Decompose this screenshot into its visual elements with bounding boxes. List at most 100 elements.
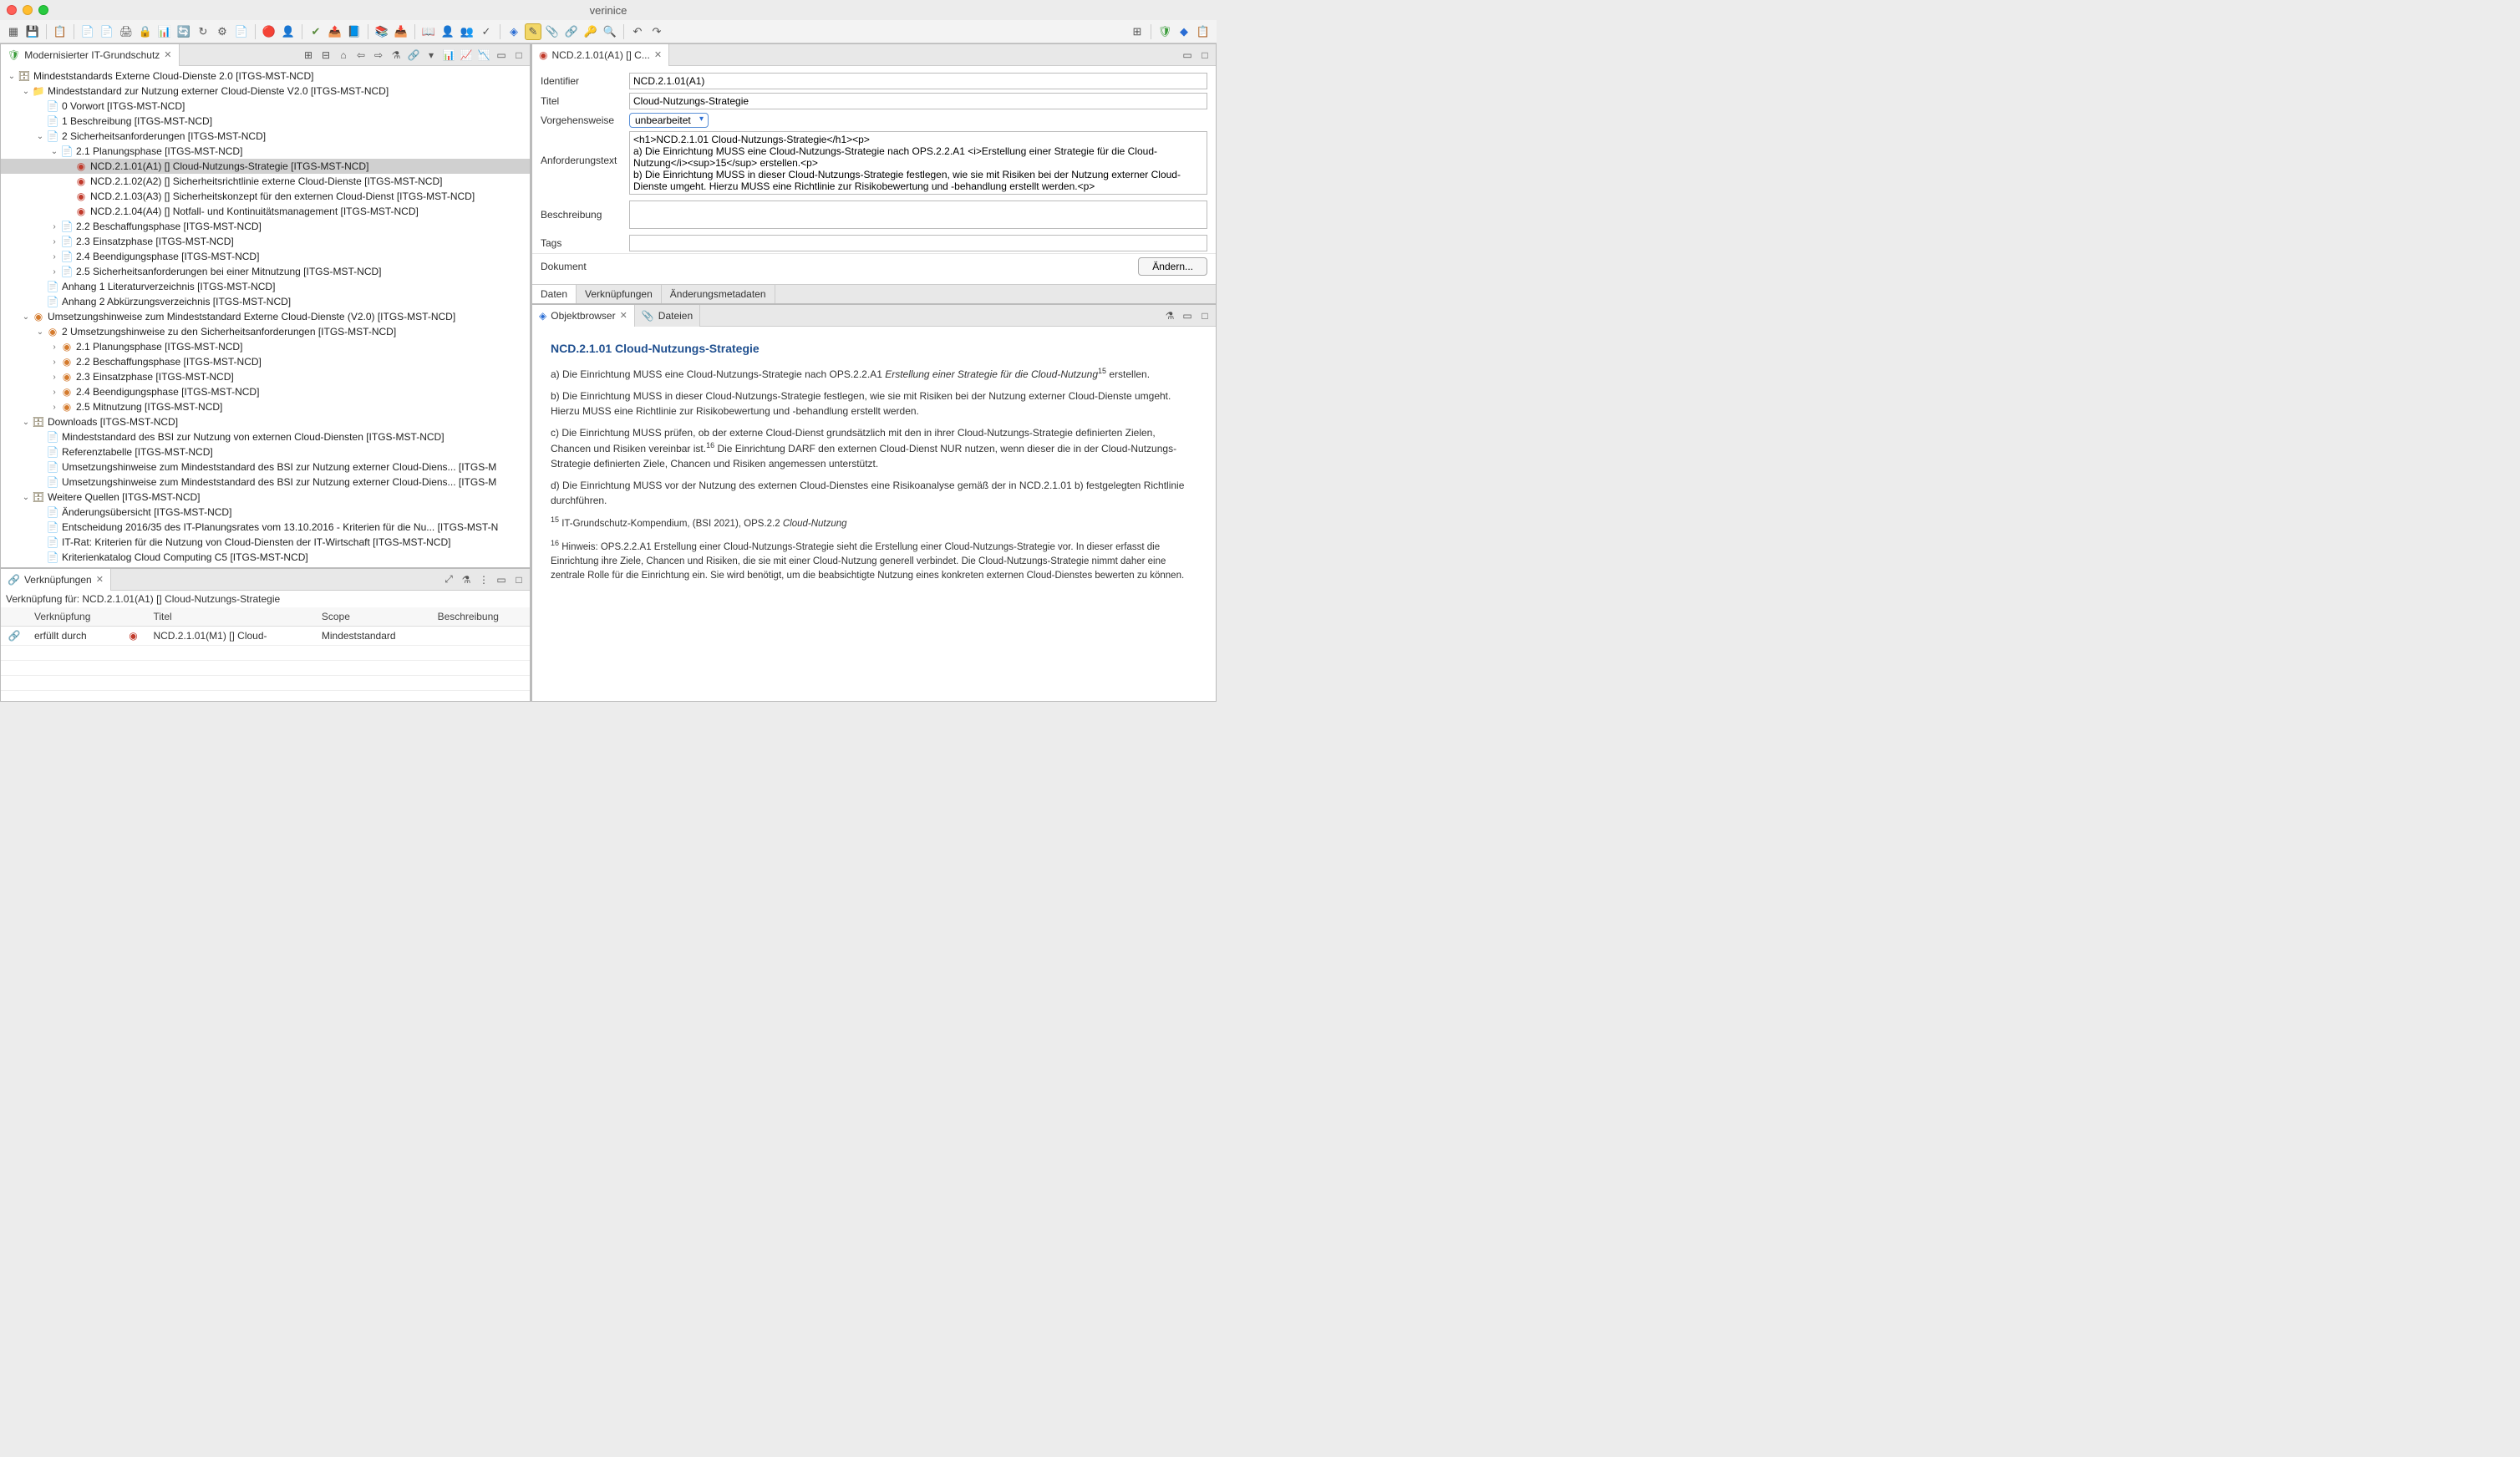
tree[interactable]: ⌄🗄Mindeststandards Externe Cloud-Dienste… [1, 66, 530, 567]
tree-twisty-icon[interactable] [34, 117, 46, 126]
close-icon[interactable]: ✕ [620, 310, 627, 321]
maximize-window-button[interactable] [38, 5, 48, 15]
tree-twisty-icon[interactable]: › [48, 267, 60, 277]
tree-item[interactable]: 📄Änderungsübersicht [ITGS-MST-NCD] [1, 505, 530, 520]
tree-twisty-icon[interactable] [34, 448, 46, 457]
tree-item[interactable]: 📄Umsetzungshinweise zum Mindeststandard … [1, 475, 530, 490]
maximize-view-icon[interactable]: □ [1197, 308, 1212, 323]
tree-twisty-icon[interactable]: ⌄ [6, 72, 18, 81]
change-document-button[interactable]: Ändern... [1138, 257, 1207, 276]
task-icon[interactable]: ✓ [478, 23, 495, 40]
report-icon[interactable]: 📘 [346, 23, 363, 40]
maximize-view-icon[interactable]: □ [1197, 48, 1212, 63]
tree-item[interactable]: ⌄🗄Weitere Quellen [ITGS-MST-NCD] [1, 490, 530, 505]
home-icon[interactable]: ⌂ [336, 48, 351, 63]
tree-twisty-icon[interactable] [34, 282, 46, 292]
chart2-icon[interactable]: 📈 [459, 48, 474, 63]
tree-item[interactable]: 📄IT-Rat: Kriterien für die Nutzung von C… [1, 535, 530, 550]
tree-item[interactable]: ⌄🗄Downloads [ITGS-MST-NCD] [1, 414, 530, 429]
subtab-aenderungsmetadaten[interactable]: Änderungsmetadaten [662, 285, 775, 303]
minimize-view-icon[interactable]: ▭ [1180, 308, 1195, 323]
lock-icon[interactable]: 🔒 [137, 23, 154, 40]
tree-item[interactable]: ⌄🗄Mindeststandards Externe Cloud-Dienste… [1, 69, 530, 84]
tree-item[interactable]: 📄0 Vorwort [ITGS-MST-NCD] [1, 99, 530, 114]
anforderungstext-input[interactable]: <h1>NCD.2.1.01 Cloud-Nutzungs-Strategie<… [629, 131, 1207, 195]
isms-icon[interactable]: ◆ [1176, 23, 1192, 40]
chart1-icon[interactable]: 📊 [441, 48, 456, 63]
tree-twisty-icon[interactable] [34, 538, 46, 547]
titel-input[interactable] [629, 93, 1207, 109]
paste-icon[interactable]: 📄 [99, 23, 115, 40]
tree-twisty-icon[interactable]: › [48, 373, 60, 382]
gear-icon[interactable]: ⚙ [214, 23, 231, 40]
vorgehensweise-select[interactable]: unbearbeitet [629, 113, 709, 128]
save-icon[interactable]: 💾 [24, 23, 41, 40]
maximize-view-icon[interactable]: □ [511, 48, 526, 63]
tree-item[interactable]: ◉NCD.2.1.01(A1) [] Cloud-Nutzungs-Strate… [1, 159, 530, 174]
key-icon[interactable]: 🔑 [582, 23, 599, 40]
person-icon[interactable]: 👤 [280, 23, 297, 40]
catalog-icon[interactable]: 📚 [373, 23, 390, 40]
col-title[interactable]: Titel [146, 607, 314, 627]
tree-item[interactable]: 📄Anhang 1 Literaturverzeichnis [ITGS-MST… [1, 279, 530, 294]
tree-item[interactable]: 📄Referenztabelle [ITGS-MST-NCD] [1, 444, 530, 459]
tree-twisty-icon[interactable] [34, 297, 46, 307]
tree-twisty-icon[interactable]: › [48, 358, 60, 367]
forward-icon[interactable]: ⇨ [371, 48, 386, 63]
tree-item[interactable]: ◉NCD.2.1.03(A3) [] Sicherheitskonzept fü… [1, 189, 530, 204]
tree-item[interactable]: ⌄◉2 Umsetzungshinweise zu den Sicherheit… [1, 324, 530, 339]
tree-item[interactable]: ›📄2.4 Beendigungsphase [ITGS-MST-NCD] [1, 249, 530, 264]
tree-item[interactable]: ›📄2.2 Beschaffungsphase [ITGS-MST-NCD] [1, 219, 530, 234]
chart-icon[interactable]: 📊 [156, 23, 173, 40]
tree-item[interactable]: ◉NCD.2.1.02(A2) [] Sicherheitsrichtlinie… [1, 174, 530, 189]
filter-icon[interactable]: ⚗ [459, 572, 474, 587]
tree-twisty-icon[interactable]: ⌄ [20, 87, 32, 96]
collapse-icon[interactable]: ⊟ [318, 48, 333, 63]
tree-twisty-icon[interactable] [63, 162, 74, 171]
sync-icon[interactable]: ↻ [195, 23, 211, 40]
copy-icon[interactable]: 📄 [79, 23, 96, 40]
tree-twisty-icon[interactable] [34, 508, 46, 517]
tree-twisty-icon[interactable]: ⌄ [34, 327, 46, 337]
expand-icon[interactable]: ⊞ [301, 48, 316, 63]
search-icon[interactable]: 🔍 [602, 23, 618, 40]
undo-icon[interactable]: ↶ [629, 23, 646, 40]
check-icon[interactable]: ✔ [307, 23, 324, 40]
tree-twisty-icon[interactable] [34, 523, 46, 532]
audit-icon[interactable]: 📋 [1195, 23, 1212, 40]
tree-item[interactable]: 📄Mindeststandard des BSI zur Nutzung von… [1, 429, 530, 444]
tree-item[interactable]: 📄1 Beschreibung [ITGS-MST-NCD] [1, 114, 530, 129]
tree-item[interactable]: ›◉2.4 Beendigungsphase [ITGS-MST-NCD] [1, 384, 530, 399]
tree-twisty-icon[interactable] [34, 553, 46, 562]
tree-item[interactable]: ›◉2.5 Mitnutzung [ITGS-MST-NCD] [1, 399, 530, 414]
menu-icon[interactable]: ⋮ [476, 572, 491, 587]
view-menu-icon[interactable]: ▾ [424, 48, 439, 63]
tool-icon[interactable]: 📋 [52, 23, 69, 40]
tree-twisty-icon[interactable]: › [48, 237, 60, 246]
perspective-icon[interactable]: ⊞ [1129, 23, 1146, 40]
links-tab[interactable]: 🔗 Verknüpfungen ✕ [1, 569, 111, 591]
export-icon[interactable]: 📤 [327, 23, 343, 40]
attach-icon[interactable]: 📎 [544, 23, 561, 40]
col-link[interactable]: Verknüpfung [28, 607, 119, 627]
tree-item[interactable]: ⌄📁Mindeststandard zur Nutzung externer C… [1, 84, 530, 99]
tree-item[interactable]: ›◉2.1 Planungsphase [ITGS-MST-NCD] [1, 339, 530, 354]
tree-twisty-icon[interactable]: › [48, 252, 60, 261]
dateien-tab[interactable]: 📎 Dateien [635, 305, 700, 327]
minimize-view-icon[interactable]: ▭ [494, 572, 509, 587]
tree-item[interactable]: ›📄2.3 Einsatzphase [ITGS-MST-NCD] [1, 234, 530, 249]
tree-item[interactable]: ⌄◉Umsetzungshinweise zum Mindeststandard… [1, 309, 530, 324]
user-icon[interactable]: 👤 [439, 23, 456, 40]
close-icon[interactable]: ✕ [164, 49, 171, 60]
filter-icon[interactable]: ⚗ [1162, 308, 1177, 323]
edit-icon[interactable]: ✎ [525, 23, 541, 40]
doc-icon[interactable]: 📄 [233, 23, 250, 40]
tree-twisty-icon[interactable]: ⌄ [20, 418, 32, 427]
tree-item[interactable]: 📄Umsetzungshinweise zum Mindeststandard … [1, 459, 530, 475]
book-icon[interactable]: 📖 [420, 23, 437, 40]
link-icon[interactable]: 🔗 [406, 48, 421, 63]
objektbrowser-tab[interactable]: ◈ Objektbrowser ✕ [532, 305, 635, 327]
tree-twisty-icon[interactable] [34, 433, 46, 442]
tree-twisty-icon[interactable]: › [48, 343, 60, 352]
tree-twisty-icon[interactable] [34, 102, 46, 111]
